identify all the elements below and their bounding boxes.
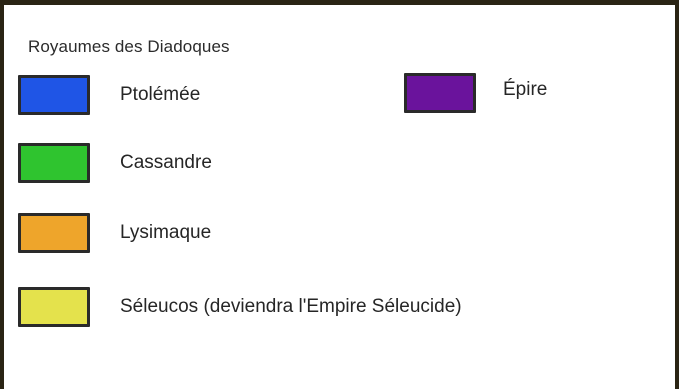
legend-label-cassandre: Cassandre	[120, 152, 212, 173]
legend-item-cassandre: Cassandre	[18, 143, 212, 183]
legend-item-lysimaque: Lysimaque	[18, 213, 211, 253]
legend-item-seleucos: Séleucos (deviendra l'Empire Séleucide)	[18, 287, 462, 327]
map-legend: Royaumes des Diadoques Ptolémée Épire Ca…	[0, 0, 679, 389]
legend-item-epire: Épire	[404, 73, 547, 113]
legend-swatch-cassandre	[18, 143, 90, 183]
legend-title: Royaumes des Diadoques	[28, 37, 230, 56]
legend-label-epire: Épire	[503, 79, 548, 100]
legend-label-seleucos: Séleucos (deviendra l'Empire Séleucide)	[120, 296, 462, 317]
legend-item-ptolemee: Ptolémée	[18, 75, 200, 115]
legend-swatch-ptolemee	[18, 75, 90, 115]
legend-swatch-seleucos	[18, 287, 90, 327]
legend-label-ptolemee: Ptolémée	[120, 84, 201, 105]
legend-label-lysimaque: Lysimaque	[120, 222, 212, 243]
legend-swatch-epire	[404, 73, 476, 113]
legend-swatch-lysimaque	[18, 213, 90, 253]
